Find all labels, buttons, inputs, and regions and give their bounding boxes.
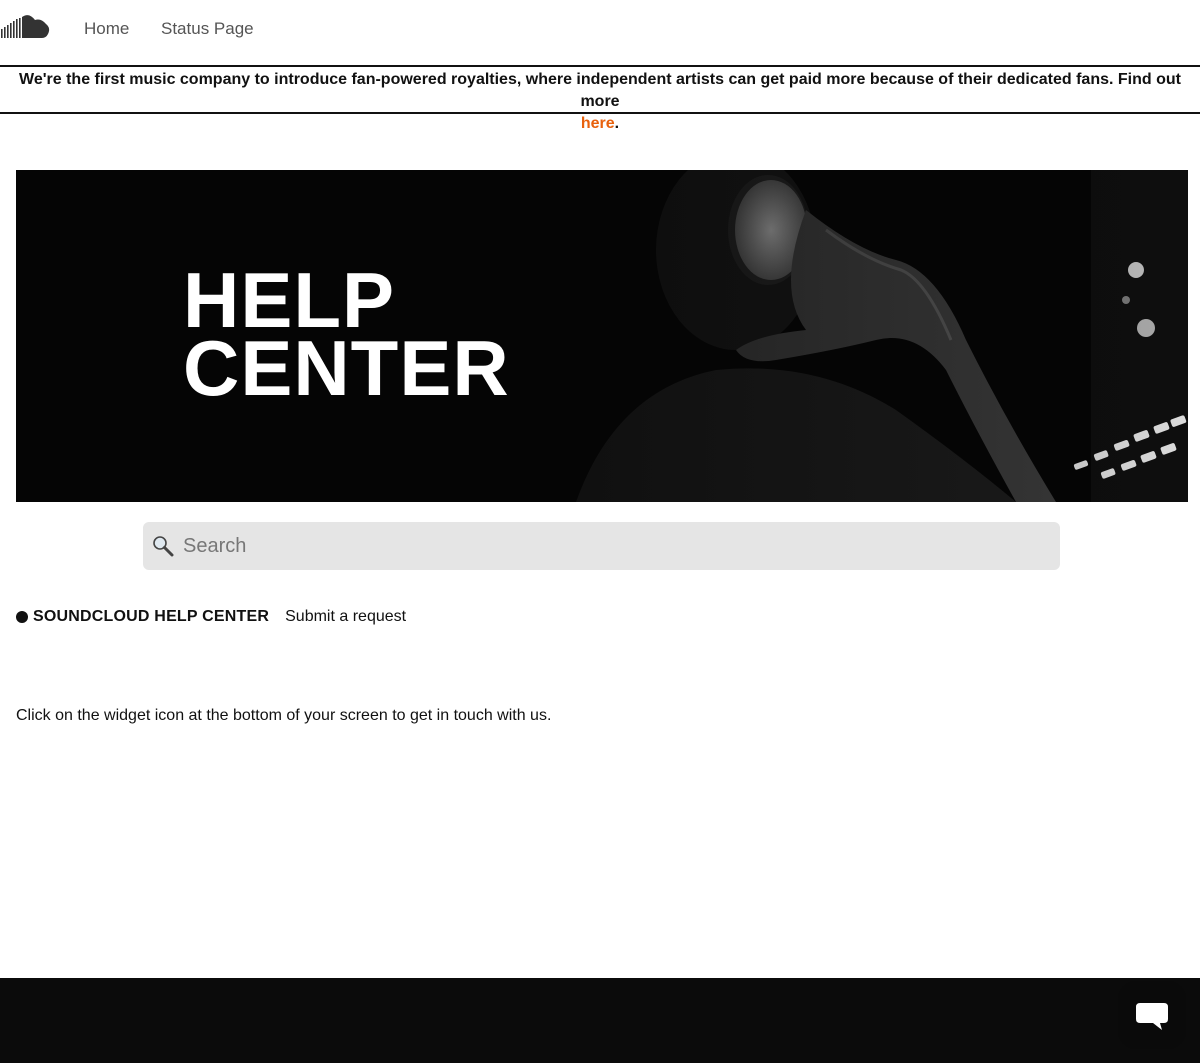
- breadcrumb: SOUNDCLOUD HELP CENTER Submit a request: [16, 607, 406, 627]
- announcement-period: .: [614, 115, 620, 132]
- announcement-banner: We're the first music company to introdu…: [0, 65, 1200, 132]
- chat-bubble-icon: [1136, 1003, 1168, 1030]
- top-navigation: Home Status Page: [0, 0, 1200, 62]
- nav-home-link[interactable]: Home: [84, 19, 129, 39]
- search-bar[interactable]: [143, 522, 1060, 570]
- breadcrumb-dot-icon: [16, 611, 28, 623]
- announcement-text: We're the first music company to introdu…: [19, 71, 1181, 110]
- hero-banner: HELP CENTER: [16, 170, 1188, 502]
- search-icon: [152, 535, 174, 557]
- page-footer: [0, 978, 1200, 1063]
- breadcrumb-submit-request-link[interactable]: Submit a request: [285, 608, 406, 626]
- nav-status-page-link[interactable]: Status Page: [161, 19, 254, 39]
- breadcrumb-help-center-link[interactable]: SOUNDCLOUD HELP CENTER: [33, 608, 269, 626]
- contact-message: Click on the widget icon at the bottom o…: [16, 707, 552, 724]
- hero-title: HELP CENTER: [183, 261, 510, 412]
- chat-widget-button[interactable]: [1118, 981, 1186, 1049]
- hero-title-line2: CENTER: [183, 324, 510, 412]
- soundcloud-logo-icon[interactable]: [0, 12, 52, 40]
- announcement-here-link[interactable]: here: [581, 115, 615, 132]
- search-input[interactable]: [183, 522, 1043, 570]
